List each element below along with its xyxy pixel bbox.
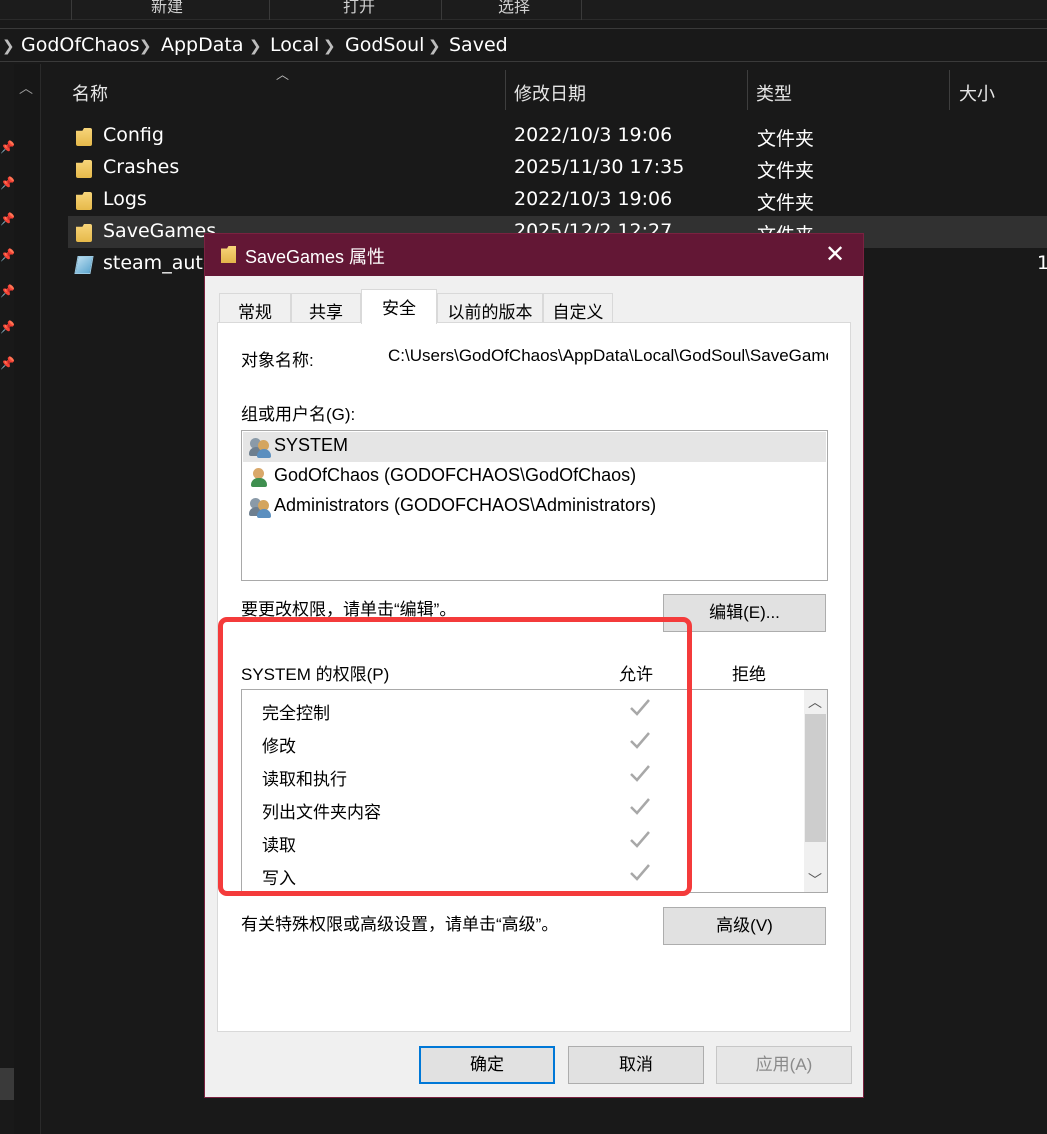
tab-sharing[interactable]: 共享 (291, 293, 361, 323)
tab-security[interactable]: 安全 (361, 289, 437, 324)
file-modified: 2022/10/3 19:06 (514, 124, 673, 146)
column-header-size[interactable]: 大小 (950, 70, 1047, 110)
nav-scrollbar[interactable]: ︿ (14, 64, 41, 1134)
file-type: 文件夹 (757, 128, 815, 150)
chevron-up-icon[interactable]: ︿ (19, 78, 33, 98)
pin-icon[interactable]: 📌 (0, 140, 15, 154)
column-header-type[interactable]: 类型 (748, 70, 949, 110)
column-header-name[interactable]: 名称 (68, 70, 505, 110)
users-listbox[interactable]: SYSTEM GodOfChaos (GODOFCHAOS\GodOfChaos… (241, 430, 828, 581)
column-size-label: 大小 (959, 84, 995, 105)
file-name: Config (103, 124, 164, 146)
deny-column-header: 拒绝 (732, 665, 766, 684)
ribbon-toolbar: 新建 打开 选择 (0, 0, 1047, 20)
column-type-label: 类型 (756, 84, 792, 105)
chevron-right-icon[interactable]: ❯ (323, 37, 336, 55)
file-name: Logs (103, 188, 147, 210)
breadcrumb-saved[interactable]: Saved (449, 34, 508, 56)
object-name-label: 对象名称: (241, 351, 314, 370)
ok-button[interactable]: 确定 (419, 1046, 555, 1084)
close-icon[interactable]: ✕ (825, 240, 845, 269)
dialog-title-bar[interactable]: SaveGames 属性 ✕ (205, 234, 863, 276)
chevron-right-icon[interactable]: ❯ (249, 37, 262, 55)
file-type: 文件夹 (757, 192, 815, 214)
highlight-annotation-box (218, 617, 692, 896)
pin-icon[interactable]: 📌 (0, 320, 15, 334)
pin-icon[interactable]: 📌 (0, 356, 15, 370)
nav-selected-item[interactable] (0, 1068, 14, 1100)
permissions-scrollbar[interactable]: ︿ ﹀ (804, 690, 827, 892)
breadcrumb-appdata[interactable]: AppData (161, 34, 244, 56)
file-row-config[interactable]: Config 2022/10/3 19:06 文件夹 (68, 120, 1047, 152)
user-row-system[interactable]: SYSTEM (243, 432, 826, 462)
ribbon-seg (0, 0, 72, 20)
group-users-icon (249, 497, 271, 518)
file-name: Crashes (103, 156, 180, 178)
pin-icon[interactable]: 📌 (0, 284, 15, 298)
apply-button[interactable]: 应用(A) (716, 1046, 852, 1084)
file-row-logs[interactable]: Logs 2022/10/3 19:06 文件夹 (68, 184, 1047, 216)
cancel-button[interactable]: 取消 (568, 1046, 704, 1084)
file-row-crashes[interactable]: Crashes 2025/11/30 17:35 文件夹 (68, 152, 1047, 184)
object-path: C:\Users\GodOfChaos\AppData\Local\GodSou… (388, 346, 828, 365)
group-users-label: 组或用户名(G): (241, 405, 356, 424)
folder-icon (76, 224, 92, 242)
advanced-button[interactable]: 高级(V) (663, 907, 826, 945)
tab-previous-versions[interactable]: 以前的版本 (437, 293, 543, 323)
chevron-right-icon[interactable]: ❯ (2, 37, 15, 55)
column-header-modified[interactable]: 修改日期 (506, 70, 747, 110)
navigation-pane: 📌 📌 📌 📌 📌 📌 📌 (0, 64, 15, 1134)
folder-icon (221, 246, 236, 263)
file-type: 文件夹 (757, 160, 815, 182)
folder-icon (76, 192, 92, 210)
breadcrumb-godsoul[interactable]: GodSoul (345, 34, 424, 56)
user-name: SYSTEM (274, 435, 349, 455)
dialog-title: SaveGames 属性 (245, 247, 386, 267)
ribbon-new-label[interactable]: 新建 (151, 0, 183, 17)
scrollbar-thumb[interactable] (805, 714, 826, 842)
breadcrumb-godofchaos[interactable]: GodOfChaos (21, 34, 140, 56)
tab-customize[interactable]: 自定义 (543, 293, 613, 323)
address-bar[interactable]: ❯ GodOfChaos ❯ AppData ❯ Local ❯ GodSoul… (0, 28, 1047, 62)
chevron-up-icon[interactable]: ︿ (808, 692, 822, 712)
user-name: Administrators (GODOFCHAOS\Administrator… (274, 495, 657, 515)
column-name-label: 名称 (72, 84, 108, 105)
file-modified: 2025/11/30 17:35 (514, 156, 685, 178)
pin-icon[interactable]: 📌 (0, 176, 15, 190)
chevron-right-icon[interactable]: ❯ (139, 37, 152, 55)
user-row-godofchaos[interactable]: GodOfChaos (GODOFCHAOS\GodOfChaos) (243, 462, 826, 492)
tab-general[interactable]: 常规 (219, 293, 291, 323)
file-icon (74, 256, 94, 274)
group-users-icon (249, 437, 271, 458)
chevron-down-icon[interactable]: ﹀ (808, 870, 822, 890)
folder-icon (76, 160, 92, 178)
pin-icon[interactable]: 📌 (0, 248, 15, 262)
chevron-right-icon[interactable]: ❯ (428, 37, 441, 55)
folder-icon (76, 128, 92, 146)
pin-icon[interactable]: 📌 (0, 212, 15, 226)
single-user-icon (249, 467, 271, 487)
user-name: GodOfChaos (GODOFCHAOS\GodOfChaos) (274, 465, 637, 485)
ribbon-open-label[interactable]: 打开 (343, 0, 375, 17)
user-row-administrators[interactable]: Administrators (GODOFCHAOS\Administrator… (243, 492, 826, 522)
ribbon-select-label[interactable]: 选择 (498, 0, 530, 17)
file-name: SaveGames (103, 220, 217, 242)
column-modified-label: 修改日期 (514, 84, 586, 105)
advanced-hint: 有关特殊权限或高级设置，请单击“高级”。 (241, 915, 559, 934)
file-modified: 2022/10/3 19:06 (514, 188, 673, 210)
file-size: 1 (1037, 252, 1047, 274)
breadcrumb-local[interactable]: Local (270, 34, 319, 56)
